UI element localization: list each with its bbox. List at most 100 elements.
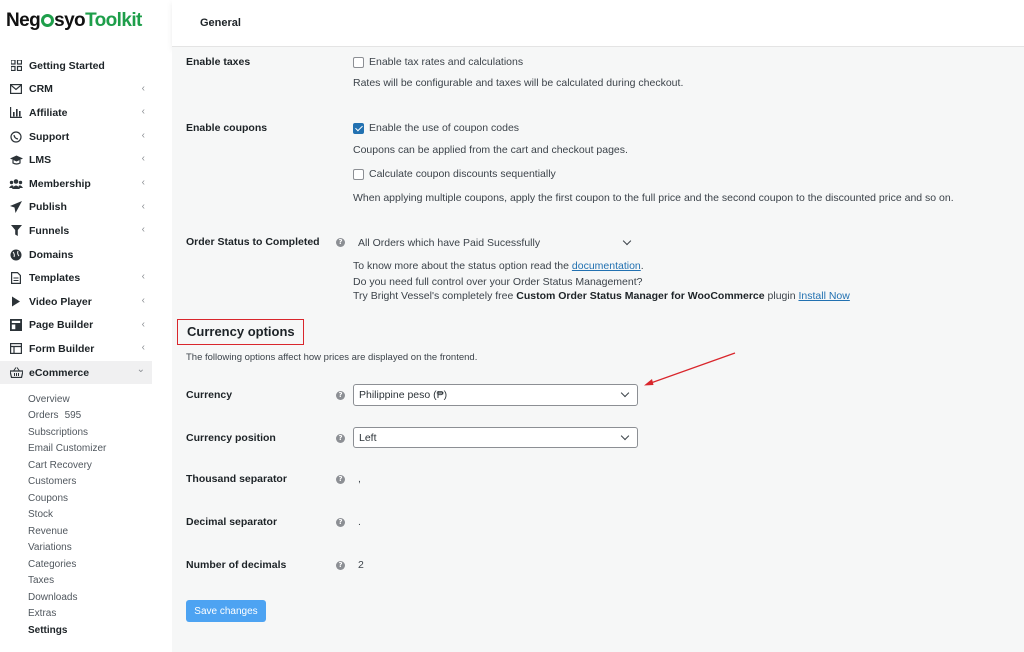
document-icon bbox=[9, 271, 23, 285]
enable-coupons-checkbox[interactable] bbox=[353, 123, 364, 134]
sidebar-item-support[interactable]: Support ‹ bbox=[0, 125, 152, 149]
sequential-coupons-description: When applying multiple coupons, apply th… bbox=[353, 192, 954, 204]
chevron-down-icon[interactable] bbox=[622, 236, 632, 246]
chevron-left-icon: ‹ bbox=[141, 271, 145, 283]
sidebar-item-form-builder[interactable]: Form Builder ‹ bbox=[0, 337, 152, 361]
documentation-link[interactable]: documentation bbox=[572, 260, 641, 272]
submenu-item-settings[interactable]: Settings bbox=[0, 622, 152, 639]
submenu-item-extras[interactable]: Extras bbox=[0, 606, 152, 623]
tab-general[interactable]: General bbox=[200, 17, 241, 29]
enable-coupons-label: Enable coupons bbox=[186, 122, 268, 134]
sidebar-item-label: Domains bbox=[29, 248, 74, 261]
help-icon[interactable]: ? bbox=[336, 434, 345, 443]
sidebar-item-lms[interactable]: LMS ‹ bbox=[0, 148, 152, 172]
sidebar-item-label: Form Builder bbox=[29, 342, 95, 355]
filter-icon bbox=[9, 224, 23, 238]
paper-plane-icon bbox=[9, 200, 23, 214]
submenu-item-cart-recovery[interactable]: Cart Recovery bbox=[0, 457, 152, 474]
grid-icon bbox=[9, 59, 23, 73]
currency-options-description: The following options affect how prices … bbox=[186, 352, 478, 363]
submenu-item-downloads[interactable]: Downloads bbox=[0, 589, 152, 606]
help-icon[interactable]: ? bbox=[336, 561, 345, 570]
order-status-select[interactable]: All Orders which have Paid Sucessfully bbox=[358, 237, 540, 249]
sidebar-item-getting-started[interactable]: Getting Started bbox=[0, 54, 152, 78]
chevron-left-icon: ‹ bbox=[141, 176, 145, 188]
help-icon[interactable]: ? bbox=[336, 518, 345, 527]
sidebar-item-affiliate[interactable]: Affiliate ‹ bbox=[0, 101, 152, 125]
chevron-down-icon bbox=[620, 388, 630, 398]
annotation-arrow bbox=[644, 352, 736, 386]
help-icon[interactable]: ? bbox=[336, 238, 345, 247]
chevron-down-icon: ⌄ bbox=[136, 363, 145, 375]
sidebar-item-label: Video Player bbox=[29, 295, 92, 308]
submenu-item-revenue[interactable]: Revenue bbox=[0, 523, 152, 540]
sidebar-item-label: LMS bbox=[29, 154, 52, 167]
currency-position-label: Currency position bbox=[186, 432, 276, 444]
sidebar-item-label: Membership bbox=[29, 177, 91, 190]
sidebar-item-templates[interactable]: Templates ‹ bbox=[0, 266, 152, 290]
globe-icon bbox=[9, 248, 23, 262]
enable-coupons-checkbox-label[interactable]: Enable the use of coupon codes bbox=[369, 122, 519, 134]
decimal-separator-input[interactable]: . bbox=[358, 516, 361, 528]
chevron-left-icon: ‹ bbox=[141, 200, 145, 212]
sidebar-item-label: eCommerce bbox=[29, 366, 90, 379]
chevron-left-icon: ‹ bbox=[141, 342, 145, 354]
sequential-coupons-checkbox-label[interactable]: Calculate coupon discounts sequentially bbox=[369, 168, 556, 180]
sidebar-item-label: CRM bbox=[29, 83, 53, 96]
settings-panel: Enable taxes Enable tax rates and calcul… bbox=[172, 47, 1024, 652]
sidebar-item-video-player[interactable]: Video Player ‹ bbox=[0, 290, 152, 314]
chevron-left-icon: ‹ bbox=[141, 82, 145, 94]
chevron-left-icon: ‹ bbox=[141, 294, 145, 306]
sidebar-item-funnels[interactable]: Funnels ‹ bbox=[0, 219, 152, 243]
enable-taxes-checkbox-label[interactable]: Enable tax rates and calculations bbox=[369, 56, 523, 68]
form-icon bbox=[9, 342, 23, 356]
sidebar: Neg syoToolkit Getting Started CRM ‹ Affi… bbox=[0, 0, 158, 652]
chevron-left-icon: ‹ bbox=[141, 129, 145, 141]
decimal-separator-label: Decimal separator bbox=[186, 516, 278, 528]
whatsapp-icon bbox=[9, 130, 23, 144]
graduation-cap-icon bbox=[9, 153, 23, 167]
sequential-coupons-checkbox[interactable] bbox=[353, 169, 364, 180]
submenu-item-email-customizer[interactable]: Email Customizer bbox=[0, 441, 152, 458]
brand-logo[interactable]: Neg syoToolkit bbox=[6, 10, 142, 32]
enable-taxes-label: Enable taxes bbox=[186, 56, 251, 68]
install-now-link[interactable]: Install Now bbox=[798, 290, 849, 302]
submenu-item-orders[interactable]: Orders 595 bbox=[0, 408, 152, 425]
chevron-down-icon bbox=[620, 431, 630, 441]
basket-icon bbox=[9, 366, 23, 380]
chevron-left-icon: ‹ bbox=[141, 318, 145, 330]
thousand-separator-input[interactable]: , bbox=[358, 473, 361, 485]
save-changes-button[interactable]: Save changes bbox=[186, 600, 266, 622]
submenu-item-variations[interactable]: Variations bbox=[0, 540, 152, 557]
sidebar-item-label: Funnels bbox=[29, 224, 70, 237]
help-icon[interactable]: ? bbox=[336, 475, 345, 484]
users-icon bbox=[9, 177, 23, 191]
sidebar-item-crm[interactable]: CRM ‹ bbox=[0, 78, 152, 102]
play-icon bbox=[9, 295, 23, 309]
number-of-decimals-input[interactable]: 2 bbox=[358, 559, 364, 571]
currency-position-select[interactable]: Left bbox=[353, 427, 638, 448]
enable-taxes-checkbox[interactable] bbox=[353, 57, 364, 68]
submenu-item-overview[interactable]: Overview bbox=[0, 391, 152, 408]
order-status-plugin-line: Try Bright Vessel's completely free Cust… bbox=[353, 290, 850, 302]
thousand-separator-label: Thousand separator bbox=[186, 473, 287, 485]
sidebar-item-ecommerce[interactable]: eCommerce ⌄ bbox=[0, 360, 152, 385]
order-status-doc-line: To know more about the status option rea… bbox=[353, 260, 644, 272]
submenu-item-categories[interactable]: Categories bbox=[0, 556, 152, 573]
submenu-item-customers[interactable]: Customers bbox=[0, 474, 152, 491]
submenu-item-stock[interactable]: Stock bbox=[0, 507, 152, 524]
currency-label: Currency bbox=[186, 389, 233, 401]
help-icon[interactable]: ? bbox=[336, 391, 345, 400]
sidebar-item-domains[interactable]: Domains bbox=[0, 243, 152, 267]
submenu-item-subscriptions[interactable]: Subscriptions bbox=[0, 424, 152, 441]
submenu-item-taxes[interactable]: Taxes bbox=[0, 573, 152, 590]
order-status-label: Order Status to Completed bbox=[186, 236, 320, 248]
plugin-name: Custom Order Status Manager for WooComme… bbox=[516, 290, 765, 302]
enable-coupons-description: Coupons can be applied from the cart and… bbox=[353, 144, 628, 156]
currency-select[interactable]: Philippine peso (₱) bbox=[353, 384, 638, 406]
sidebar-item-page-builder[interactable]: Page Builder ‹ bbox=[0, 314, 152, 338]
submenu-item-coupons[interactable]: Coupons bbox=[0, 490, 152, 507]
ecommerce-submenu: Overview Orders 595 Subscriptions Email C… bbox=[0, 391, 152, 639]
sidebar-item-publish[interactable]: Publish ‹ bbox=[0, 196, 152, 220]
sidebar-item-membership[interactable]: Membership ‹ bbox=[0, 172, 152, 196]
